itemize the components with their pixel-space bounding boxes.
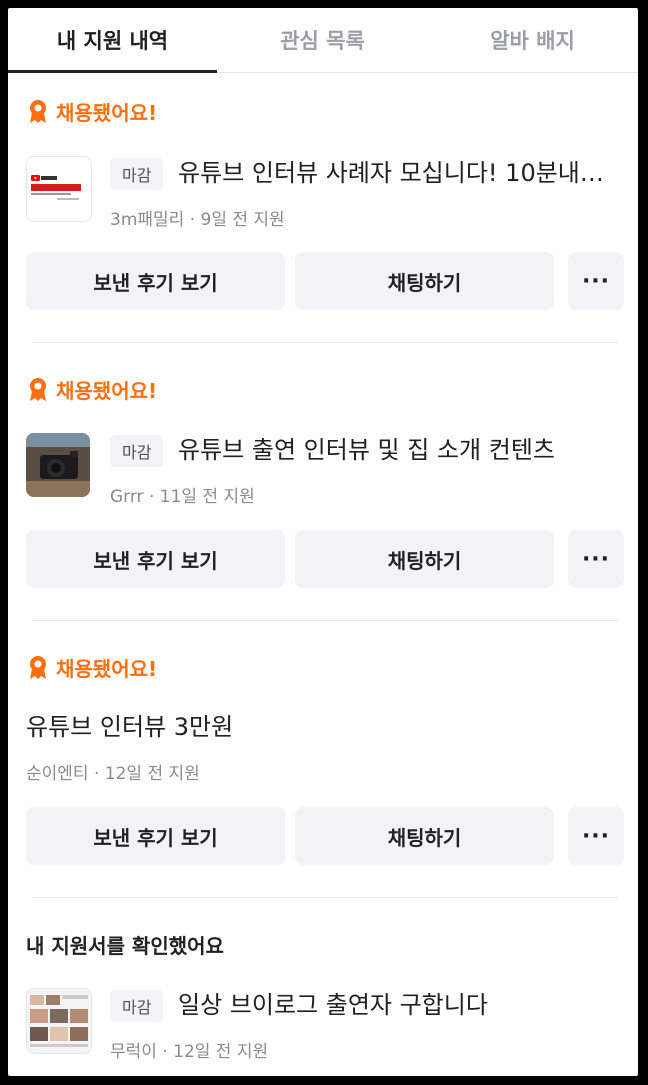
more-options-button[interactable]: ···: [568, 530, 624, 588]
post-meta: 순이엔티 · 12일 전 지원: [26, 764, 200, 784]
application-viewed-status: 내 지원서를 확인했어요: [26, 933, 224, 958]
youtube-channel-logo-icon: [27, 157, 91, 221]
camera-photo-icon: [26, 433, 90, 497]
hired-status: 채용됐어요!: [26, 96, 157, 126]
award-icon: [30, 656, 46, 679]
vlog-collage-icon: [27, 989, 91, 1053]
post-title[interactable]: 유튜브 인터뷰 사례자 모십니다! 10분내외 참여: [178, 156, 624, 190]
tab-favorites[interactable]: 관심 목록: [218, 8, 427, 72]
application-item: 내 지원서를 확인했어요 마감 일상 브이로그 출연자 구합니다 무럭이 · 1…: [8, 929, 638, 1076]
chat-button[interactable]: 채팅하기: [295, 807, 554, 865]
view-sent-review-button[interactable]: 보낸 후기 보기: [26, 530, 285, 588]
post-thumbnail[interactable]: [26, 988, 92, 1054]
view-sent-review-button[interactable]: 보낸 후기 보기: [26, 807, 285, 865]
tab-my-applications[interactable]: 내 지원 내역: [8, 8, 217, 73]
application-item: 채용됐어요! 유튜브 인터뷰 3만원 순이엔티 · 12일 전 지원 보낸 후기…: [8, 652, 638, 912]
post-title[interactable]: 유튜브 인터뷰 3만원: [26, 710, 624, 744]
post-thumbnail[interactable]: [26, 433, 90, 497]
closed-tag: 마감: [110, 158, 164, 190]
chat-button[interactable]: 채팅하기: [295, 530, 554, 588]
hired-status-label: 채용됐어요!: [56, 378, 158, 403]
tab-bar: 내 지원 내역 관심 목록 알바 배지: [8, 8, 638, 73]
post-meta: 3m패밀리 · 9일 전 지원: [110, 210, 285, 230]
post-meta: 무럭이 · 12일 전 지원: [110, 1042, 269, 1062]
hired-status-label: 채용됐어요!: [56, 100, 158, 125]
view-sent-review-button[interactable]: 보낸 후기 보기: [26, 252, 285, 310]
hired-status: 채용됐어요!: [26, 374, 157, 404]
divider: [32, 620, 618, 621]
post-title[interactable]: 일상 브이로그 출연자 구합니다: [178, 988, 624, 1022]
divider: [32, 342, 618, 343]
application-item: 채용됐어요! 마감 유튜브 인터뷰 사례자 모십니다! 10분내외 참여 3m패…: [8, 96, 638, 356]
post-title[interactable]: 유튜브 출연 인터뷰 및 집 소개 컨텐츠: [178, 433, 624, 467]
tab-alba-badge[interactable]: 알바 배지: [428, 8, 637, 72]
award-icon: [30, 100, 46, 123]
closed-tag: 마감: [110, 990, 164, 1022]
more-options-button[interactable]: ···: [568, 252, 624, 310]
app-screen: 내 지원 내역 관심 목록 알바 배지 채용됐어요! 마감 유튜브 인터뷰 사례…: [8, 8, 638, 1076]
chat-button[interactable]: 채팅하기: [295, 252, 554, 310]
divider: [32, 897, 618, 898]
award-icon: [30, 378, 46, 401]
post-meta: Grrr · 11일 전 지원: [110, 487, 255, 507]
more-options-button[interactable]: ···: [568, 807, 624, 865]
hired-status-label: 채용됐어요!: [56, 656, 158, 681]
post-thumbnail[interactable]: [26, 156, 92, 222]
closed-tag: 마감: [110, 435, 164, 467]
application-item: 채용됐어요! 마감 유튜브 출연 인터뷰 및 집 소개 컨텐츠 Grrr · 1…: [8, 374, 638, 634]
hired-status: 채용됐어요!: [26, 652, 157, 682]
